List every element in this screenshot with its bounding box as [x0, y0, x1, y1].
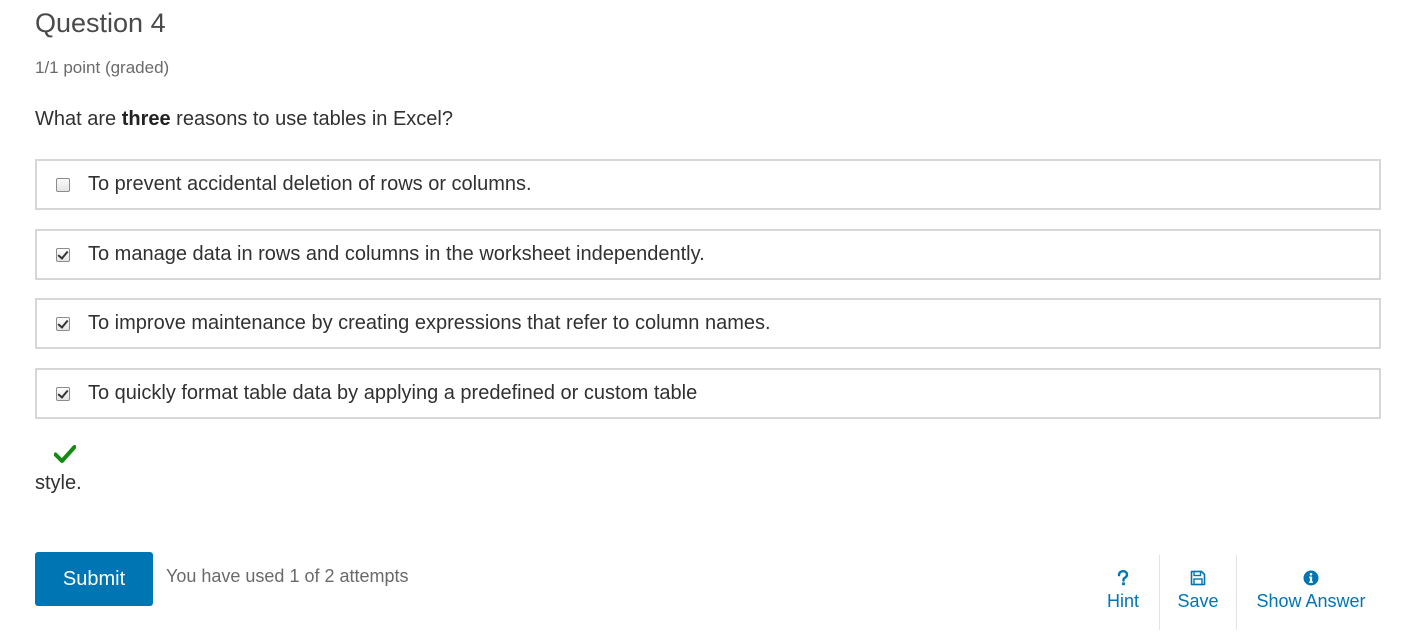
choice-label-2: To manage data in rows and columns in th… — [88, 243, 705, 265]
choice-label-4: To quickly format table data by applying… — [88, 382, 698, 404]
choice-option-4[interactable]: To quickly format table data by applying… — [35, 368, 1381, 419]
choice-option-2[interactable]: To manage data in rows and columns in th… — [35, 229, 1381, 280]
action-divider — [1159, 555, 1160, 630]
problem-page: Question 4 1/1 point (graded) What are t… — [0, 0, 1419, 640]
question-title: Question 4 — [35, 8, 166, 38]
question-prompt: What are three reasons to use tables in … — [35, 108, 453, 131]
choice-option-3[interactable]: To improve maintenance by creating expre… — [35, 298, 1381, 349]
prompt-text-bold: three — [121, 108, 171, 130]
choice-checkbox-3[interactable] — [56, 316, 70, 331]
question-score: 1/1 point (graded) — [35, 58, 170, 77]
save-button[interactable]: Save — [1170, 555, 1226, 635]
choice-option-1[interactable]: To prevent accidental deletion of rows o… — [35, 159, 1381, 210]
choice-checkbox-2[interactable] — [56, 247, 70, 262]
show-answer-label: Show Answer — [1256, 591, 1366, 611]
floppy-disk-icon — [1190, 567, 1206, 589]
choice-label-overflow: style. — [35, 472, 82, 494]
prompt-text-before: What are — [35, 108, 122, 130]
submit-button[interactable]: Submit — [35, 552, 153, 606]
choice-checkbox-4[interactable] — [56, 386, 70, 401]
choice-checkbox-1[interactable] — [56, 177, 70, 192]
save-label: Save — [1177, 591, 1219, 611]
question-mark-icon — [1117, 567, 1129, 589]
attempts-text: You have used 1 of 2 attempts — [166, 566, 409, 586]
choice-label-3: To improve maintenance by creating expre… — [88, 312, 771, 334]
prompt-text-after: reasons to use tables in Excel? — [170, 108, 453, 130]
info-circle-icon — [1303, 567, 1319, 589]
choice-label-1: To prevent accidental deletion of rows o… — [88, 173, 532, 195]
show-answer-button[interactable]: Show Answer — [1250, 555, 1372, 635]
hint-label: Hint — [1106, 591, 1139, 611]
checkmark-icon — [54, 445, 76, 463]
hint-button[interactable]: Hint — [1097, 555, 1149, 635]
action-divider — [1236, 555, 1237, 630]
